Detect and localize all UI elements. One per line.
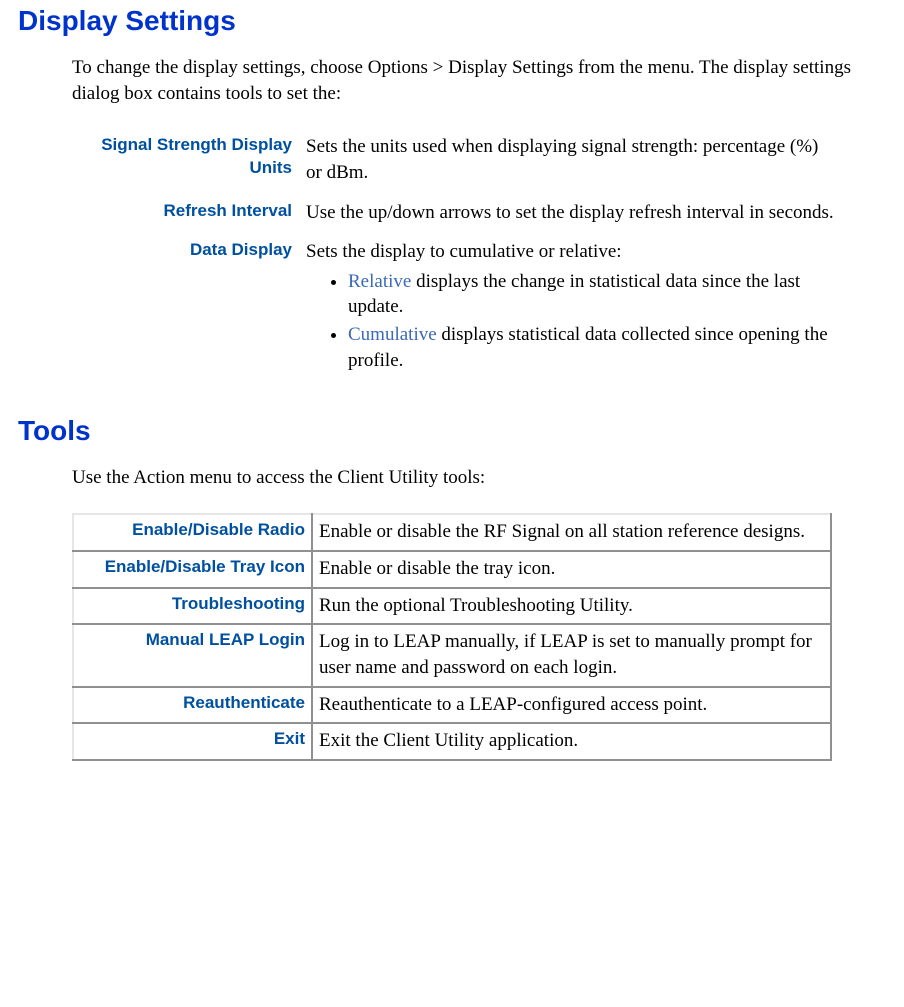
table-row: Exit Exit the Client Utility application… [73, 723, 831, 760]
term-cumulative: Cumulative [348, 324, 437, 345]
def-value: Use the up/down arrows to set the displa… [300, 200, 836, 226]
heading-tools: Tools [18, 415, 904, 447]
def-value-text: Sets the display to cumulative or relati… [306, 241, 622, 262]
bullet-relative: Relative displays the change in statisti… [348, 269, 836, 320]
tool-label-reauthenticate: Reauthenticate [73, 687, 312, 724]
tool-label-exit: Exit [73, 723, 312, 760]
tool-desc: Run the optional Troubleshooting Utility… [312, 588, 831, 625]
def-label: Signal Strength Display Units [72, 134, 300, 180]
table-row: Manual LEAP Login Log in to LEAP manuall… [73, 624, 831, 686]
def-label: Data Display [72, 239, 300, 262]
tool-desc: Reauthenticate to a LEAP-configured acce… [312, 687, 831, 724]
def-value: Sets the units used when displaying sign… [300, 134, 836, 185]
tool-label-troubleshooting: Troubleshooting [73, 588, 312, 625]
bullet-cumulative: Cumulative displays statistical data col… [348, 322, 836, 373]
def-row-refresh-interval: Refresh Interval Use the up/down arrows … [72, 200, 896, 226]
table-row: Troubleshooting Run the optional Trouble… [73, 588, 831, 625]
def-label: Refresh Interval [72, 200, 300, 223]
tool-desc: Log in to LEAP manually, if LEAP is set … [312, 624, 831, 686]
tools-intro: Use the Action menu to access the Client… [72, 467, 896, 489]
tool-label-enable-disable-radio: Enable/Disable Radio [73, 514, 312, 551]
data-display-bullets: Relative displays the change in statisti… [306, 269, 836, 374]
tools-table: Enable/Disable Radio Enable or disable t… [72, 513, 832, 760]
heading-display-settings: Display Settings [18, 5, 904, 37]
def-row-data-display: Data Display Sets the display to cumulat… [72, 239, 896, 375]
bullet-rest: displays the change in statistical data … [348, 271, 800, 318]
table-row: Enable/Disable Radio Enable or disable t… [73, 514, 831, 551]
term-relative: Relative [348, 271, 411, 292]
table-row: Reauthenticate Reauthenticate to a LEAP-… [73, 687, 831, 724]
tool-label-enable-disable-tray-icon: Enable/Disable Tray Icon [73, 551, 312, 588]
display-settings-intro: To change the display settings, choose O… [72, 55, 896, 106]
tool-desc: Enable or disable the RF Signal on all s… [312, 514, 831, 551]
tool-label-manual-leap-login: Manual LEAP Login [73, 624, 312, 686]
def-row-signal-strength: Signal Strength Display Units Sets the u… [72, 134, 896, 185]
def-value: Sets the display to cumulative or relati… [300, 239, 836, 375]
tool-desc: Exit the Client Utility application. [312, 723, 831, 760]
tool-desc: Enable or disable the tray icon. [312, 551, 831, 588]
table-row: Enable/Disable Tray Icon Enable or disab… [73, 551, 831, 588]
